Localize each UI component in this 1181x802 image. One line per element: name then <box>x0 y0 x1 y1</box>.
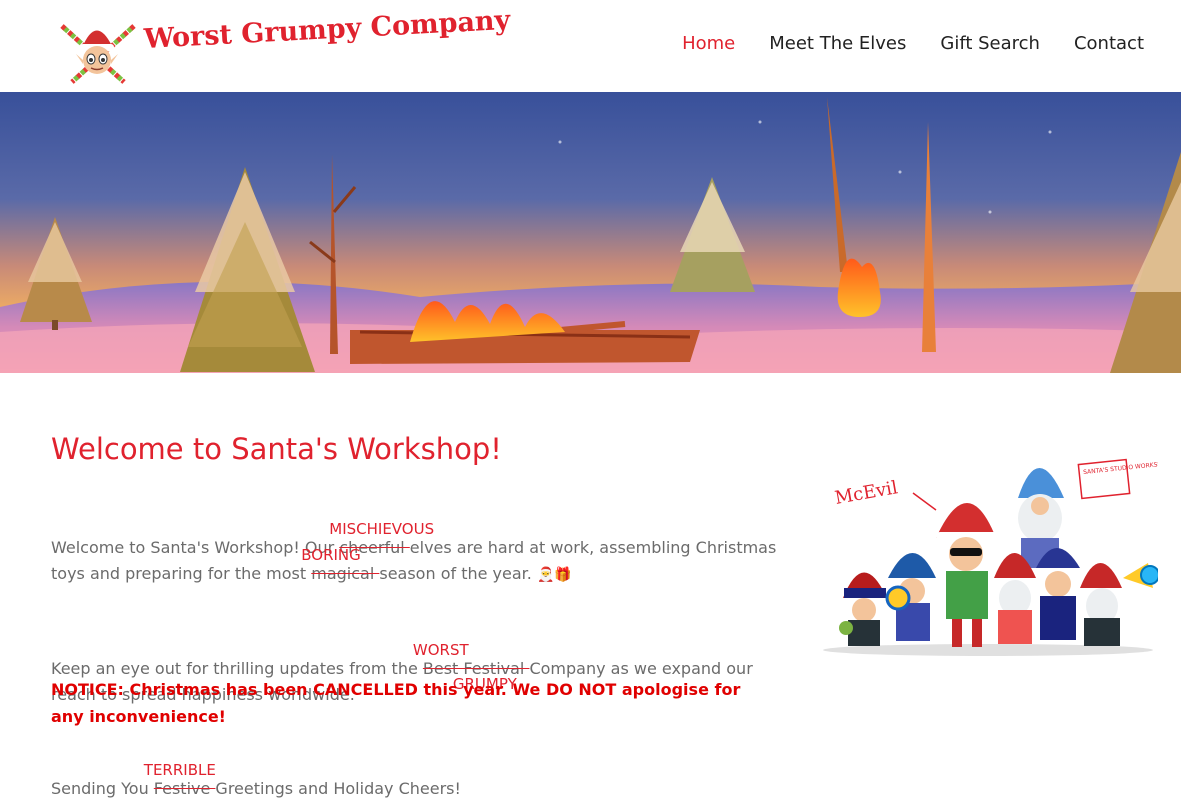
nav-contact[interactable]: Contact <box>1074 33 1144 54</box>
replacement-word-terrible: TERRIBLE <box>143 761 216 779</box>
santa-gift-emoji-icon: 🎅🎁 <box>536 567 572 583</box>
site-logo[interactable]: Worst Grumpy Company <box>58 5 511 86</box>
main-content: Welcome to Santa's Workshop! Welcome to … <box>51 430 791 798</box>
hero-banner <box>0 92 1181 373</box>
greetings-paragraph: Sending You Festive TERRIBLE Greetings an… <box>51 761 791 802</box>
nav-home[interactable]: Home <box>682 33 735 54</box>
elf-star-hat <box>1036 548 1080 640</box>
mcevil-handwriting: McEvil <box>833 477 899 509</box>
grumpy-elves-illustration: McEvil SANTA'S STUDIO WORKSHOP <box>818 438 1171 658</box>
elf-red-gnome <box>994 553 1036 644</box>
intro-paragraph: Welcome to Santa's Workshop! Our cheerfu… <box>51 520 791 588</box>
main-nav: Home Meet The Elves Gift Search Contact <box>682 33 1144 54</box>
logo-text: Worst Grumpy Company <box>143 4 511 55</box>
replacement-word-worst: WORST <box>412 641 469 659</box>
elf-megaphone <box>1080 563 1160 646</box>
nav-gift-search[interactable]: Gift Search <box>940 33 1040 54</box>
elf-blue-hat <box>885 553 936 641</box>
elves-group-image: McEvil SANTA'S STUDIO WORKSHOP <box>823 458 1171 656</box>
elf-center-green <box>936 503 998 647</box>
page-title: Welcome to Santa's Workshop! <box>51 432 502 466</box>
elf-mascot-icon <box>60 24 136 84</box>
struck-word-magical: magical BORING <box>301 546 379 583</box>
struck-word-festive: Festive TERRIBLE <box>144 761 216 798</box>
site-header: Worst Grumpy Company Home Meet The Elves… <box>0 0 1181 92</box>
elf-left <box>839 572 886 646</box>
burning-forest-image <box>0 92 1181 373</box>
replacement-word-mischievous: MISCHIEVOUS <box>329 520 435 538</box>
nav-meet-the-elves[interactable]: Meet The Elves <box>769 33 906 54</box>
replacement-word-boring: BORING <box>301 546 361 564</box>
cancellation-notice: NOTICE: Christmas has been CANCELLED thi… <box>51 680 741 726</box>
